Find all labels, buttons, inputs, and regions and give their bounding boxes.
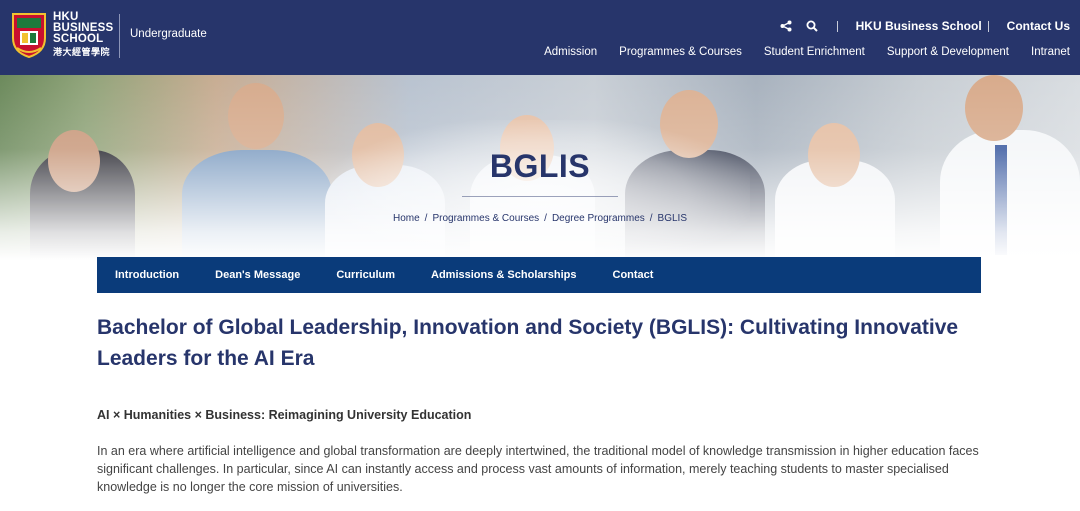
utility-bar: HKU Business School Contact Us xyxy=(779,18,1070,34)
tab-contact[interactable]: Contact xyxy=(613,269,654,281)
main-nav: Admission Programmes & Courses Student E… xyxy=(544,46,1070,58)
nav-student-enrichment[interactable]: Student Enrichment xyxy=(764,46,865,58)
utility-separator xyxy=(836,20,838,32)
breadcrumb: Home / Programmes & Courses / Degree Program… xyxy=(0,213,1080,224)
article-paragraph: In an era where artificial intelligence … xyxy=(97,444,979,494)
breadcrumb-separator: / xyxy=(424,213,428,224)
site-header: HKU BUSINESS SCHOOL 港大經管學院 Undergraduate… xyxy=(0,0,1080,75)
tab-admissions-scholarships[interactable]: Admissions & Scholarships xyxy=(431,269,576,281)
tab-deans-message[interactable]: Dean's Message xyxy=(215,269,300,281)
brand-chinese: 港大經管學院 xyxy=(53,47,111,57)
tab-curriculum[interactable]: Curriculum xyxy=(336,269,395,281)
brand-wordmark[interactable]: HKU BUSINESS SCHOOL 港大經管學院 xyxy=(53,11,113,58)
hero-title-rule xyxy=(462,196,618,197)
search-icon[interactable] xyxy=(805,19,819,33)
utility-separator xyxy=(987,20,989,32)
breadcrumb-separator: / xyxy=(544,213,547,224)
nav-intranet[interactable]: Intranet xyxy=(1031,46,1070,58)
nav-programmes-courses[interactable]: Programmes & Courses xyxy=(619,46,742,58)
breadcrumb-home[interactable]: Home xyxy=(393,213,420,224)
article-subheading: AI × Humanities × Business: Reimagining … xyxy=(97,408,472,422)
breadcrumb-separator: / xyxy=(649,213,653,224)
tab-introduction[interactable]: Introduction xyxy=(115,269,179,281)
breadcrumb-degree-programmes[interactable]: Degree Programmes xyxy=(552,213,645,224)
hero-title-glow xyxy=(330,120,750,270)
hku-business-school-link[interactable]: HKU Business School xyxy=(856,19,982,33)
section-tab-bar: Introduction Dean's Message Curriculum A… xyxy=(97,257,981,293)
contact-us-link[interactable]: Contact Us xyxy=(1007,19,1070,33)
share-icon[interactable] xyxy=(779,19,793,33)
nav-admission[interactable]: Admission xyxy=(544,46,597,58)
breadcrumb-current: BGLIS xyxy=(657,213,687,224)
article-title: Bachelor of Global Leadership, Innovatio… xyxy=(97,316,959,370)
page-title: BGLIS xyxy=(489,148,591,184)
nav-support-development[interactable]: Support & Development xyxy=(887,46,1009,58)
site-subtitle[interactable]: Undergraduate xyxy=(130,28,207,40)
hku-crest-logo[interactable] xyxy=(10,12,48,59)
breadcrumb-programmes-courses[interactable]: Programmes & Courses xyxy=(432,213,539,224)
brand-line-3: SCHOOL xyxy=(53,33,104,45)
header-divider xyxy=(119,14,120,58)
